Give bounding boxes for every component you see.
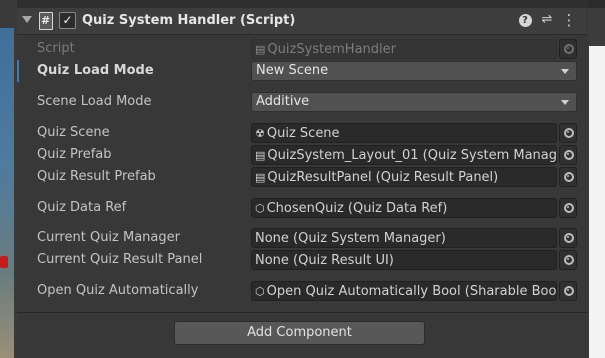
component-enabled-checkbox[interactable]: ✓ — [59, 12, 76, 29]
quiz-data-ref-field[interactable]: ⬡ ChosenQuiz (Quiz Data Ref) — [251, 198, 557, 218]
scene-view-edge — [0, 0, 17, 358]
quiz-prefab-field[interactable]: ▤ QuizSystem_Layout_01 (Quiz System Manag… — [251, 145, 557, 165]
field-label-open-quiz-automatically: Open Quiz Automatically — [37, 283, 199, 298]
quiz-prefab-picker-button[interactable] — [559, 145, 577, 165]
scene-asset-icon: ☢ — [255, 127, 265, 140]
field-label-scene-load-mode: Scene Load Mode — [37, 94, 152, 109]
current-quiz-manager-field[interactable]: None (Quiz System Manager) — [251, 228, 557, 248]
component-title: Quiz System Handler (Script) — [82, 13, 296, 28]
prefab-asset-icon: ▤ — [255, 149, 266, 162]
quiz-data-ref-picker-button[interactable] — [559, 198, 577, 218]
dropdown-caret-icon — [561, 69, 569, 74]
window-corner — [588, 0, 605, 8]
foldout-arrow-icon[interactable] — [22, 16, 32, 23]
inspector-top-bar — [17, 0, 588, 8]
quiz-result-prefab-field[interactable]: ▤ QuizResultPanel (Quiz Result Panel) — [251, 167, 557, 187]
context-menu-icon[interactable]: ⋮ — [561, 12, 577, 28]
current-quiz-manager-picker-button[interactable] — [559, 228, 577, 248]
field-label-script: Script — [37, 41, 75, 56]
scene-load-mode-dropdown[interactable]: Additive — [251, 92, 577, 112]
scriptable-object-icon: ⬡ — [255, 285, 265, 298]
dropdown-caret-icon — [561, 100, 569, 105]
field-label-quiz-data-ref: Quiz Data Ref — [37, 200, 127, 215]
scene-gizmo — [0, 256, 8, 268]
prefab-asset-icon: ▤ — [255, 171, 266, 184]
current-quiz-result-panel-picker-button[interactable] — [559, 250, 577, 270]
script-field[interactable]: ▤ QuizSystemHandler — [251, 39, 557, 59]
field-label-current-quiz-result-panel: Current Quiz Result Panel — [37, 252, 203, 267]
focus-indicator — [17, 60, 19, 82]
script-asset-icon: ▤ — [255, 43, 266, 56]
scriptable-object-icon: ⬡ — [255, 202, 265, 215]
current-quiz-result-panel-field[interactable]: None (Quiz Result UI) — [251, 250, 557, 270]
quiz-load-mode-dropdown[interactable]: New Scene — [251, 61, 577, 81]
script-component-icon — [39, 12, 53, 30]
field-label-quiz-load-mode: Quiz Load Mode — [37, 63, 154, 78]
field-label-current-quiz-manager: Current Quiz Manager — [37, 230, 180, 245]
window-right-edge — [588, 0, 605, 358]
scene-view-background — [0, 28, 14, 358]
field-label-quiz-scene: Quiz Scene — [37, 125, 110, 140]
preset-icon[interactable]: ⇌ — [539, 12, 555, 28]
quiz-result-prefab-picker-button[interactable] — [559, 167, 577, 187]
field-label-quiz-result-prefab: Quiz Result Prefab — [37, 169, 156, 184]
open-quiz-automatically-field[interactable]: ⬡ Open Quiz Automatically Bool (Sharable … — [251, 281, 557, 301]
component-header[interactable]: ✓ Quiz System Handler (Script) ? ⇌ ⋮ — [17, 8, 587, 35]
field-label-quiz-prefab: Quiz Prefab — [37, 147, 112, 162]
help-icon[interactable]: ? — [517, 12, 533, 28]
quiz-scene-picker-button[interactable] — [559, 123, 577, 143]
component-divider — [17, 312, 588, 313]
script-picker-button[interactable] — [559, 39, 577, 59]
quiz-scene-field[interactable]: ☢ Quiz Scene — [251, 123, 557, 143]
adjacent-window — [589, 46, 605, 358]
add-component-button[interactable]: Add Component — [174, 321, 425, 345]
open-quiz-automatically-picker-button[interactable] — [559, 281, 577, 301]
